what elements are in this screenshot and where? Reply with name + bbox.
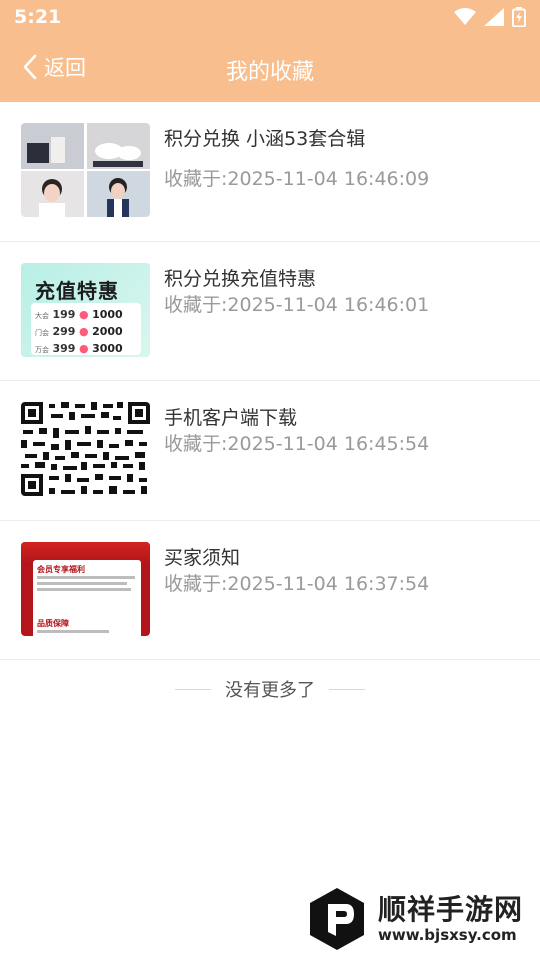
poster-row: 万会 399 ● 3000 (35, 341, 123, 355)
thumbnail-qr-code (21, 402, 150, 496)
wifi-icon (454, 8, 476, 25)
watermark: 顺祥手游网 www.bjsxsy.com (306, 884, 534, 954)
favorite-item[interactable]: 会员专享福利 品质保障 买家须知 收藏于:2025-11-04 16:37:54 (0, 521, 540, 660)
favorite-title: 手机客户端下载 (164, 407, 298, 429)
end-of-list-note: 没有更多了 (0, 676, 540, 702)
thumbnail-photo-collage (21, 123, 150, 217)
battery-icon (512, 7, 526, 27)
favorite-time: 收藏于:2025-11-04 16:45:54 (164, 433, 430, 455)
thumbnail-notice-poster: 会员专享福利 品质保障 (21, 541, 150, 636)
watermark-url: www.bjsxsy.com (378, 926, 517, 944)
favorite-item[interactable]: 积分兑换 小涵53套合辑 收藏于:2025-11-04 16:46:09 (0, 102, 540, 242)
favorite-time: 收藏于:2025-11-04 16:46:01 (164, 293, 430, 316)
end-text: 没有更多了 (225, 680, 315, 701)
watermark-name: 顺祥手游网 (378, 893, 524, 926)
favorite-item[interactable]: 充值特惠 大会 199 ● 1000 门会 299 ● 2000 万会 399 (0, 242, 540, 381)
divider-right (329, 688, 365, 690)
favorites-list: 积分兑换 小涵53套合辑 收藏于:2025-11-04 16:46:09 充值特… (0, 102, 540, 660)
poster-row: 门会 299 ● 2000 (35, 324, 123, 338)
page-title: 我的收藏 (225, 60, 314, 85)
favorite-title: 买家须知 (164, 546, 241, 569)
favorite-title: 积分兑换 小涵53套合辑 (164, 128, 366, 150)
status-icons (454, 7, 526, 27)
favorite-time: 收藏于:2025-11-04 16:46:09 (164, 168, 430, 190)
favorite-title: 积分兑换充值特惠 (164, 267, 317, 290)
thumbnail-recharge-poster: 充值特惠 大会 199 ● 1000 门会 299 ● 2000 万会 399 (21, 262, 150, 357)
watermark-logo-icon (310, 888, 364, 950)
favorite-time: 收藏于:2025-11-04 16:37:54 (164, 572, 430, 595)
poster-line-2: 品质保障 (37, 618, 69, 628)
status-time: 5:21 (14, 6, 62, 28)
poster-heading: 充值特惠 (35, 278, 119, 303)
nav-bar: 返回 我的收藏 (0, 36, 540, 102)
poster-row: 大会 199 ● 1000 (35, 307, 123, 321)
favorite-item[interactable]: 手机客户端下载 收藏于:2025-11-04 16:45:54 (0, 381, 540, 521)
status-bar: 5:21 (0, 0, 540, 36)
signal-icon (484, 8, 504, 26)
divider-left (175, 688, 211, 690)
poster-line-1: 会员专享福利 (37, 564, 85, 574)
